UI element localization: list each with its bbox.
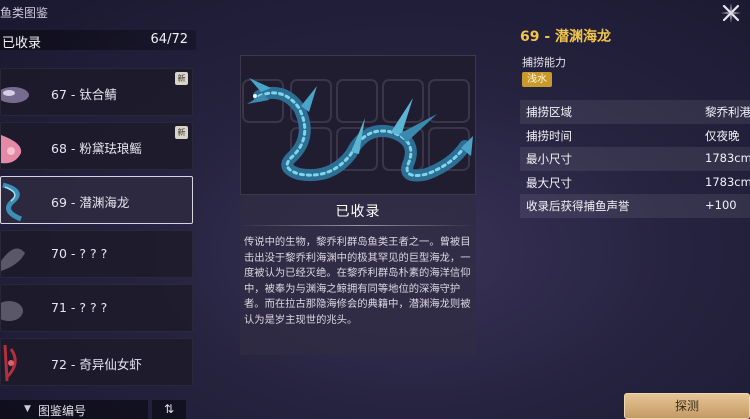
new-badge: 新 — [175, 72, 188, 85]
stat-row-area: 捕捞区域 黎乔利港 — [520, 100, 750, 124]
fish-thumbnail-locked — [1, 231, 29, 277]
capture-ability-tag: 浅水 — [522, 72, 552, 87]
list-item-72[interactable]: 72 - 奇异仙女虾 — [0, 338, 193, 386]
sort-label: 图鉴编号 — [38, 404, 87, 418]
stat-value: 1783cm — [705, 174, 750, 189]
list-item-label: 70 - ? ? ? — [51, 246, 108, 261]
close-icon — [721, 3, 741, 23]
divider — [240, 225, 476, 226]
stat-row-min-size: 最小尺寸 1783cm — [520, 147, 750, 171]
fish-list: 67 - 钛合鲭 新 68 - 粉黛珐琅鳐 新 69 - 潜渊海龙 70 - ?… — [0, 50, 196, 390]
stat-key: 捕捞时间 — [526, 128, 572, 143]
page-title: 鱼类图鉴 — [0, 6, 49, 20]
list-item-68[interactable]: 68 - 粉黛珐琅鳐 新 — [0, 122, 193, 170]
stat-key: 最大尺寸 — [526, 175, 572, 190]
fish-title: 69 - 潜渊海龙 — [520, 29, 612, 45]
sort-dropdown[interactable]: ▼ 图鉴编号 — [0, 400, 148, 419]
close-button[interactable] — [720, 2, 742, 24]
explore-button[interactable]: 探测 — [624, 393, 750, 419]
stat-value: 黎乔利港 — [705, 105, 750, 119]
fish-detail-panel: 已收录 传说中的生物，黎乔利群岛鱼类王者之一。曾被目击出没于黎乔利海渊中的极其罕… — [240, 55, 476, 355]
fish-thumbnail — [1, 339, 29, 385]
fish-thumbnail — [1, 123, 29, 169]
stat-row-max-size: 最大尺寸 1783cm — [520, 171, 750, 195]
list-item-69[interactable]: 69 - 潜渊海龙 — [0, 176, 193, 224]
new-badge: 新 — [175, 126, 188, 139]
stat-key: 收录后获得捕鱼声誉 — [526, 199, 630, 213]
list-item-label: 69 - 潜渊海龙 — [51, 195, 130, 210]
stat-value: 1783cm — [705, 151, 750, 165]
list-item-71[interactable]: 71 - ? ? ? — [0, 284, 193, 332]
stat-value: 仅夜晚 — [705, 128, 740, 143]
stat-value: +100 — [705, 198, 737, 212]
sort-order-toggle[interactable]: ⇅ — [152, 400, 186, 419]
stat-row-reputation: 收录后获得捕鱼声誉 +100 — [520, 194, 750, 218]
list-item-label: 68 - 粉黛珐琅鳐 — [51, 141, 142, 156]
collection-count-row: 已收录 64/72 — [0, 30, 196, 51]
list-item-label: 71 - ? ? ? — [51, 300, 108, 315]
stat-row-time: 捕捞时间 仅夜晚 — [520, 124, 750, 148]
list-item-label: 67 - 钛合鲭 — [51, 87, 117, 102]
fish-illustration — [240, 55, 476, 195]
fish-stats-table: 捕捞区域 黎乔利港 捕捞时间 仅夜晚 最小尺寸 1783cm 最大尺寸 1783… — [520, 100, 750, 218]
collection-status: 已收录 — [335, 204, 381, 220]
list-item-67[interactable]: 67 - 钛合鲭 新 — [0, 68, 193, 116]
collection-count: 64/72 — [150, 32, 188, 47]
collection-label: 已收录 — [2, 36, 42, 51]
fish-description: 传说中的生物，黎乔利群岛鱼类王者之一。曾被目击出没于黎乔利海渊中的极其罕见的巨型… — [244, 236, 471, 326]
list-item-label: 72 - 奇异仙女虾 — [51, 357, 142, 372]
capture-ability-label: 捕捞能力 — [522, 56, 566, 69]
stat-key: 捕捞区域 — [526, 105, 572, 119]
stat-key: 最小尺寸 — [526, 152, 572, 166]
list-item-70[interactable]: 70 - ? ? ? — [0, 230, 193, 278]
sea-dragon-illustration — [242, 78, 473, 182]
fish-thumbnail — [1, 69, 29, 115]
fish-thumbnail — [1, 177, 29, 223]
chevron-down-icon: ▼ — [24, 404, 31, 414]
fish-thumbnail-locked — [1, 285, 29, 331]
